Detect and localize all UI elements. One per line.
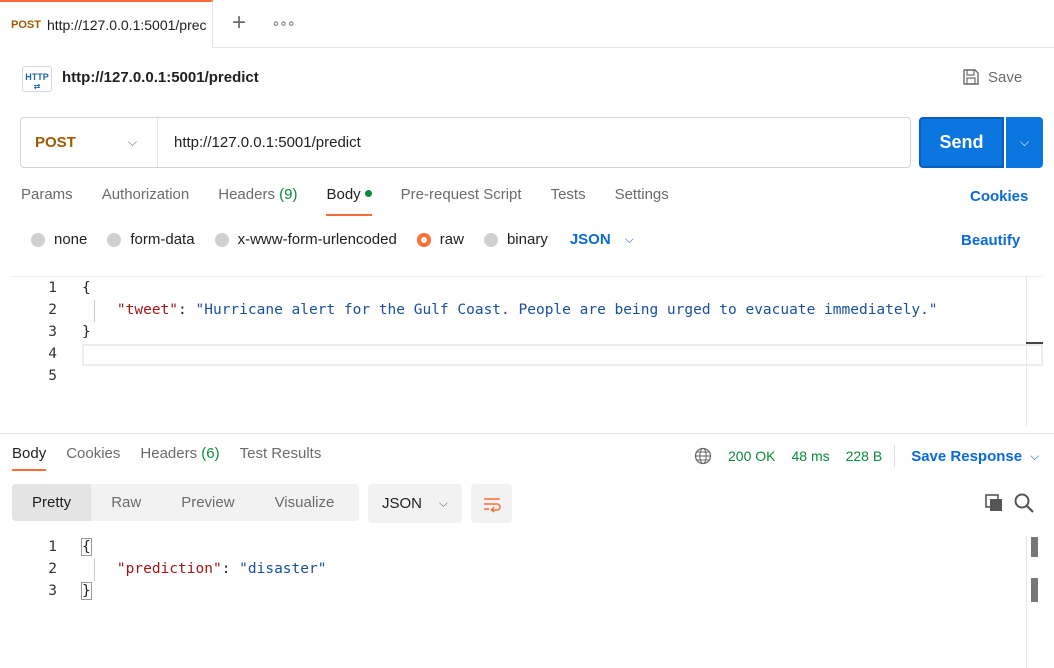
code-line: 2 "prediction": "disaster" (48, 561, 327, 577)
pane-divider[interactable] (0, 433, 1054, 434)
tab-tests[interactable]: Tests (551, 186, 586, 216)
send-dropdown-chevron-icon[interactable]: ⌵ (1006, 117, 1043, 168)
scrollbar-marker (1031, 578, 1038, 602)
tab-headers[interactable]: Headers (9) (218, 186, 297, 216)
radio-raw[interactable]: raw (416, 231, 464, 248)
response-status: 200 OK 48 ms 228 B Save Response ⌵ (694, 445, 1039, 467)
code-line: 4 (48, 346, 57, 362)
code-line: 2 "tweet": "Hurricane alert for the Gulf… (48, 302, 938, 318)
url-input[interactable] (158, 118, 910, 167)
request-tabs: Params Authorization Headers (9) Body Pr… (21, 186, 698, 216)
more-tabs-icon[interactable]: ∘∘∘ (271, 12, 295, 34)
body-type-options: none form-data x-www-form-urlencoded raw… (31, 231, 634, 248)
response-headers-count: (6) (201, 445, 220, 462)
json-value: "Hurricane alert for the Gulf Coast. Peo… (195, 302, 938, 318)
cookies-link[interactable]: Cookies (970, 188, 1028, 205)
json-key: "tweet" (116, 302, 179, 318)
matched-bracket: { (81, 538, 92, 556)
chevron-down-icon: ⌵ (1030, 448, 1040, 463)
tab-title: http://127.0.0.1:5001/prec (46, 17, 207, 33)
tab-authorization[interactable]: Authorization (102, 186, 190, 216)
status-code[interactable]: 200 OK (728, 448, 775, 464)
response-body-viewer[interactable]: 1{ 2 "prediction": "disaster" 3} (12, 536, 1027, 668)
code-line: 3} (48, 324, 91, 340)
radio-off-icon (107, 232, 122, 247)
http-icon-label: HTTP (25, 72, 49, 82)
json-key: "prediction" (116, 561, 222, 577)
url-bar: POST ⌵ (20, 117, 911, 168)
chevron-down-icon: ⌵ (438, 496, 448, 510)
response-view-tabs: Pretty Raw Preview Visualize (12, 484, 359, 521)
view-preview[interactable]: Preview (161, 484, 254, 521)
response-tab-cookies[interactable]: Cookies (66, 445, 120, 471)
response-format-select[interactable]: JSON ⌵ (368, 484, 462, 523)
radio-none[interactable]: none (31, 231, 87, 248)
scrollbar-marker (1031, 537, 1038, 557)
globe-icon[interactable] (694, 447, 712, 465)
tab-params[interactable]: Params (21, 186, 73, 216)
view-visualize[interactable]: Visualize (255, 484, 355, 521)
code-line: 1{ (48, 280, 91, 296)
code-line: 5 (48, 368, 57, 384)
http-request-icon: HTTP ⇄ (22, 66, 52, 92)
format-value: JSON (382, 495, 423, 512)
chevron-down-icon: ⌵ (624, 232, 634, 246)
save-icon (963, 69, 979, 85)
save-label: Save (988, 68, 1023, 86)
response-time[interactable]: 48 ms (791, 448, 829, 464)
code-line: 3} (48, 582, 92, 600)
response-tab-test-results[interactable]: Test Results (240, 445, 322, 471)
radio-binary[interactable]: binary (483, 231, 548, 248)
response-size[interactable]: 228 B (846, 448, 883, 464)
headers-count: (9) (279, 186, 298, 203)
method-value: POST (35, 134, 76, 151)
radio-off-icon (483, 232, 498, 247)
copy-icon[interactable] (984, 493, 1004, 513)
tab-method: POST (11, 19, 41, 31)
save-response-button[interactable]: Save Response ⌵ (911, 448, 1039, 465)
request-tab[interactable]: POST http://127.0.0.1:5001/prec (0, 0, 213, 48)
response-tab-headers[interactable]: Headers (6) (140, 445, 219, 471)
body-indicator-dot (364, 189, 372, 197)
response-tabs: Body Cookies Headers (6) Test Results (12, 445, 341, 471)
wrap-lines-icon (483, 497, 501, 513)
radio-form-data[interactable]: form-data (107, 231, 195, 248)
radio-off-icon (31, 232, 45, 247)
editor-scrollbar[interactable] (1026, 276, 1027, 426)
radio-urlencoded[interactable]: x-www-form-urlencoded (214, 231, 397, 248)
view-raw[interactable]: Raw (91, 484, 161, 521)
matched-bracket: } (81, 582, 92, 600)
tab-body[interactable]: Body (326, 186, 372, 216)
response-scrollbar[interactable] (1026, 536, 1027, 668)
method-select[interactable]: POST ⌵ (21, 118, 158, 167)
json-value: "disaster" (239, 561, 327, 577)
divider (894, 445, 896, 467)
search-icon[interactable] (1013, 492, 1035, 514)
send-button[interactable]: Send (919, 117, 1004, 168)
beautify-button[interactable]: Beautify (961, 232, 1020, 249)
new-tab-plus-icon[interactable]: + (228, 10, 250, 36)
wrap-lines-button[interactable] (471, 484, 512, 523)
view-pretty[interactable]: Pretty (12, 484, 92, 521)
radio-on-icon (416, 232, 431, 247)
request-title: http://127.0.0.1:5001/predict (62, 69, 259, 86)
code-line: 1{ (48, 538, 92, 556)
editor-scroll-marker (1026, 342, 1043, 344)
radio-off-icon (214, 232, 229, 247)
request-body-editor[interactable]: 1{ 2 "tweet": "Hurricane alert for the G… (12, 276, 1043, 426)
save-button[interactable]: Save (962, 68, 1022, 86)
tab-prerequest-script[interactable]: Pre-request Script (401, 186, 522, 216)
chevron-down-icon: ⌵ (127, 135, 137, 149)
body-format-select[interactable]: JSON ⌵ (570, 231, 634, 248)
tab-settings[interactable]: Settings (615, 186, 669, 216)
response-tab-body[interactable]: Body (12, 445, 47, 471)
